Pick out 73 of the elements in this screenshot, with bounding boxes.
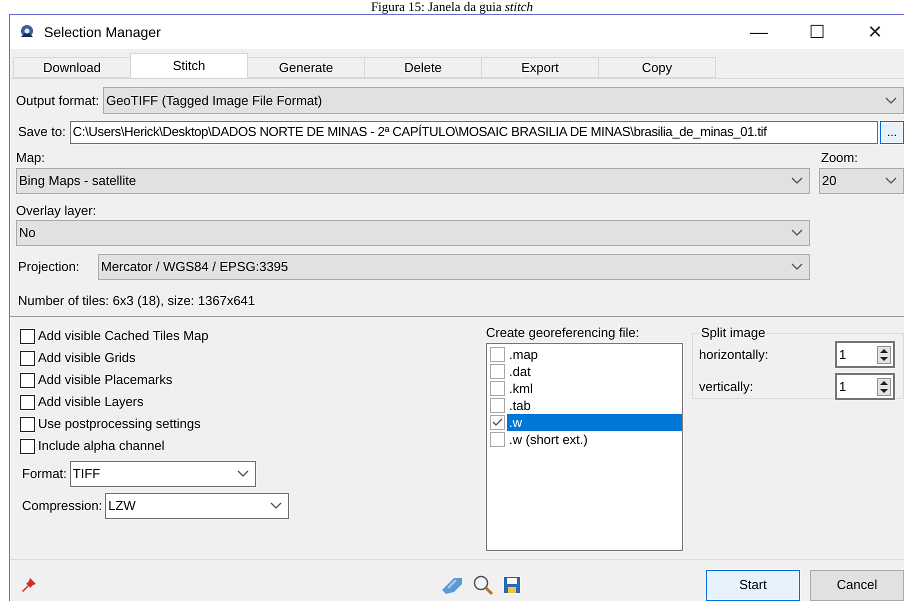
window-title: Selection Manager [44,22,161,42]
chevron-icon [791,263,803,271]
dropdown[interactable]: GeoTIFF (Tagged Image File Format) [103,87,904,114]
browse-button[interactable]: ... [880,120,904,144]
dropdown[interactable]: TIFF [70,461,256,487]
close-button[interactable]: ✕ [846,15,904,49]
field-label: Save to: [17,123,67,142]
zoom-icon[interactable] [472,574,494,596]
tab[interactable]: Download [13,57,131,78]
list-item[interactable]: .tab [507,397,682,414]
save-icon[interactable] [502,575,522,595]
dropdown[interactable]: No [16,220,810,246]
field-label: Create georeferencing file: [486,325,640,342]
chevron-icon [885,177,897,185]
field-label: Overlay layer: [16,202,98,220]
checkbox[interactable] [490,381,505,396]
checkbox[interactable] [20,416,35,432]
checkbox[interactable] [490,415,505,430]
tab[interactable]: Generate [247,57,365,78]
spin-box[interactable]: 1 [835,373,895,400]
list-item[interactable]: .dat [507,363,682,380]
field-label: Output format: [16,92,100,110]
tab[interactable]: Stitch [130,53,248,78]
dropdown[interactable]: Mercator / WGS84 / EPSG:3395 [98,254,810,280]
figure-caption: Figura 15: Janela da guia stitch [370,0,534,14]
spin-arrows-icon[interactable] [877,378,893,396]
spin-arrows-icon[interactable] [877,346,893,364]
chevron-icon [885,96,897,104]
spin-box[interactable]: 1 [835,341,895,368]
checkbox-label: Add visible Layers [38,393,144,412]
checkbox[interactable] [20,350,35,366]
checkbox-label: Include alpha channel [38,437,164,456]
start-button[interactable]: Start [706,570,800,600]
field-label: Format: [22,465,68,484]
checkbox[interactable] [20,372,35,388]
file-type-list[interactable]: .map .dat .kml .tab .w .w (short ext.) [486,343,683,551]
chevron-icon [791,177,803,185]
list-item[interactable]: .map [507,346,682,363]
dropdown[interactable]: 20 [819,168,904,194]
minimize-button[interactable]: — [730,15,788,49]
dropdown[interactable]: LZW [105,493,290,519]
tab[interactable]: Delete [364,57,482,78]
tab[interactable]: Copy [598,57,716,78]
chevron-icon [270,502,282,510]
checkbox[interactable] [490,347,505,362]
maximize-button[interactable]: ☐ [788,15,846,49]
field-label: Map: [16,149,46,167]
checkbox[interactable] [20,328,35,344]
dropdown[interactable]: Bing Maps - satellite [16,168,810,194]
list-item[interactable]: .w (short ext.) [507,431,682,448]
checkbox-label: Add visible Cached Tiles Map [38,327,209,346]
tiles-info-text: Number of tiles: 6x3 (18), size: 1367x641 [17,292,256,310]
cancel-button[interactable]: Cancel [810,570,904,600]
field-label: Zoom: [820,149,859,167]
checkbox[interactable] [20,394,35,410]
tab[interactable]: Export [481,57,599,78]
list-item[interactable]: .w [507,414,682,431]
field-label: horizontally: [699,346,768,364]
checkbox-label: Use postprocessing settings [38,415,201,434]
checkbox[interactable] [490,398,505,413]
checkbox[interactable] [20,438,35,454]
checkbox[interactable] [490,432,505,447]
group-title: Split image [699,325,768,341]
chevron-icon [236,470,249,478]
list-item[interactable]: .kml [507,380,682,397]
field-label: Projection: [17,258,80,276]
checkbox-label: Add visible Placemarks [38,371,172,390]
field-label: Compression: [22,497,104,516]
checkbox-label: Add visible Grids [38,349,136,368]
path-input-field[interactable]: C:\Users\Herick\Desktop\DADOS NORTE DE MINAS - 2ª CAPÍTULO\MOSAIC BRASILIA DE MINAS\brasilia_de_minas_01.tif [70,120,878,144]
checkbox[interactable] [490,364,505,379]
field-label: vertically: [699,378,754,396]
chevron-icon [791,229,803,237]
